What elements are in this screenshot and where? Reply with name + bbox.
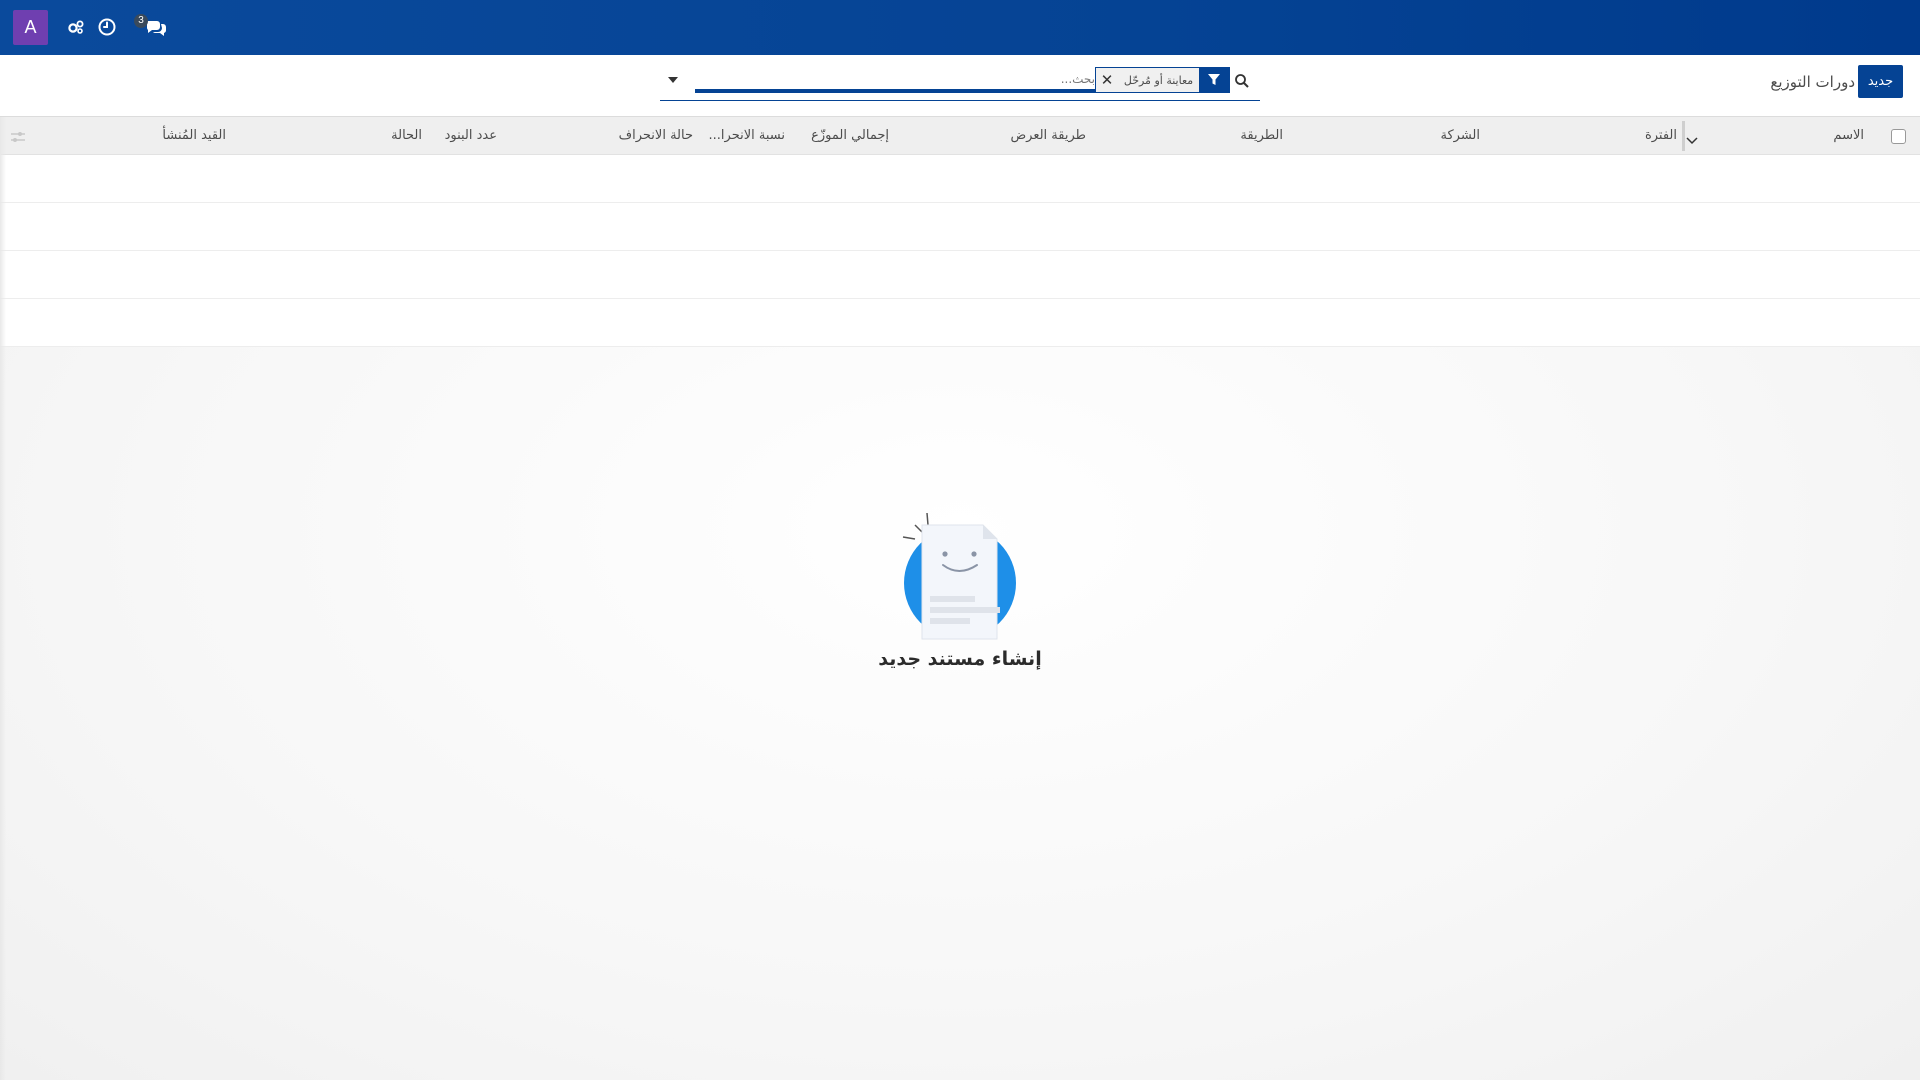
column-header-deviation-ratio[interactable]: نسبة الانحرا... — [709, 128, 785, 143]
table-row — [0, 299, 1920, 347]
column-header-company[interactable]: الشركة — [1440, 128, 1480, 143]
table-row — [0, 251, 1920, 299]
column-header-view-method[interactable]: طريقة العرض — [1010, 128, 1086, 143]
clock-icon[interactable] — [96, 16, 118, 38]
filter-facet: معاينة أو مُرحّل ✕ — [1095, 67, 1230, 93]
filter-icon — [1199, 68, 1229, 92]
chevron-down-icon[interactable] — [1686, 130, 1698, 149]
empty-state-title: إنشاء مستند جديد — [878, 648, 1042, 670]
table-row — [0, 155, 1920, 203]
table-row — [0, 203, 1920, 251]
column-header-created-entry[interactable]: القيد المُنشأ — [162, 128, 226, 143]
caret-down-icon[interactable] — [664, 71, 682, 89]
chat-icon[interactable] — [145, 16, 167, 38]
user-avatar[interactable]: A — [13, 10, 48, 45]
empty-state-background — [0, 347, 1920, 1080]
left-edge-shadow — [0, 117, 6, 1080]
optional-columns-toggle-icon[interactable] — [10, 129, 26, 143]
facet-label: معاينة أو مُرحّل — [1123, 73, 1194, 87]
search-input[interactable] — [695, 69, 1095, 93]
column-header-total-distributed[interactable]: إجمالي الموزّع — [811, 128, 889, 143]
column-header-lines-count[interactable]: عدد البنود — [445, 128, 497, 143]
top-navbar: A 3 — [0, 0, 1920, 55]
column-header-status[interactable]: الحالة — [391, 128, 422, 143]
column-header-deviation-status[interactable]: حالة الانحراف — [619, 128, 693, 143]
control-panel: جديد دورات التوزيع معاينة أو مُرحّل ✕ — [0, 55, 1920, 117]
messages-count-badge: 3 — [134, 14, 148, 28]
new-button[interactable]: جديد — [1858, 65, 1903, 98]
empty-document-illustration — [895, 503, 1025, 643]
search-bar: معاينة أو مُرحّل ✕ — [660, 65, 1260, 101]
breadcrumb: دورات التوزيع — [1770, 73, 1855, 91]
column-header-method[interactable]: الطريقة — [1240, 128, 1283, 143]
list-table-header: الاسم الفترة الشركة الطريقة طريقة العرض … — [0, 117, 1920, 155]
search-icon[interactable] — [1234, 73, 1252, 91]
settings-gears-icon[interactable] — [65, 16, 87, 38]
close-icon[interactable]: ✕ — [1096, 68, 1118, 92]
column-header-period[interactable]: الفترة — [1645, 128, 1677, 143]
column-resize-handle[interactable] — [1682, 121, 1685, 151]
column-header-name[interactable]: الاسم — [1833, 128, 1864, 143]
select-all-checkbox[interactable] — [1891, 129, 1906, 144]
